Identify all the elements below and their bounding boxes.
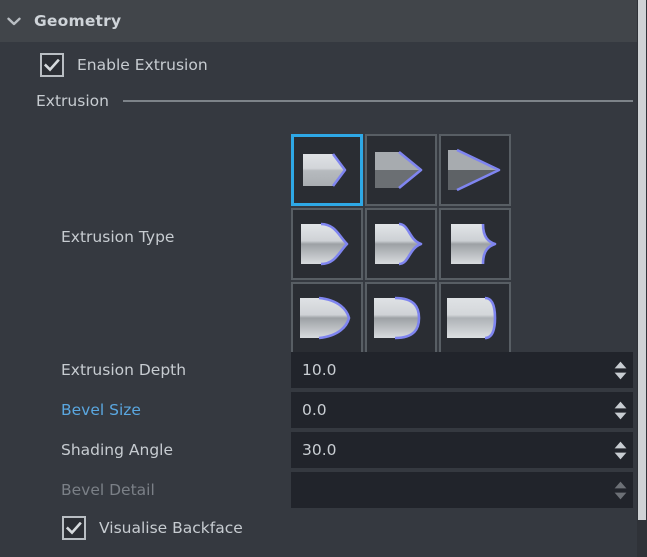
- extrusion-subsection-header: Extrusion: [36, 92, 633, 110]
- arrow-down-icon: [614, 372, 626, 379]
- bevel-size-label: Bevel Size: [61, 401, 141, 419]
- checkmark-icon: [44, 58, 60, 71]
- shading-angle-label: Shading Angle: [61, 441, 174, 459]
- property-row-bevel-detail: Bevel Detail: [61, 472, 633, 508]
- vertical-scrollbar-track[interactable]: [637, 0, 647, 557]
- extrusion-type-label: Extrusion Type: [61, 228, 175, 246]
- round-bulge-extrusion-icon: [374, 296, 421, 340]
- arrow-down-icon: [614, 452, 626, 459]
- page-title: Geometry: [34, 12, 122, 30]
- visualise-backface-checkbox-row[interactable]: Visualise Backface: [62, 516, 243, 540]
- section-divider: [122, 100, 633, 102]
- property-row-shading-angle: Shading Angle 30.0: [61, 432, 633, 468]
- concave-point-extrusion-icon: [375, 222, 423, 266]
- arrow-up-icon: [614, 401, 626, 408]
- extrusion-depth-label: Extrusion Depth: [61, 361, 187, 379]
- extrusion-depth-field[interactable]: 10.0: [291, 352, 633, 388]
- convex-point-extrusion-icon: [300, 296, 351, 340]
- extrusion-type-option-rounded-cap-extrusion[interactable]: [439, 282, 511, 354]
- property-row-bevel-size: Bevel Size 0.0: [61, 392, 633, 428]
- bevel-detail-label: Bevel Detail: [61, 481, 155, 499]
- extrusion-type-option-round-bulge-extrusion[interactable]: [365, 282, 437, 354]
- extrusion-type-option-flat-chamfer-extrusion[interactable]: [291, 134, 363, 206]
- extrusion-type-option-concave-taper-extrusion[interactable]: [291, 208, 363, 280]
- extrusion-subsection-label: Extrusion: [36, 92, 109, 110]
- shading-angle-field[interactable]: 30.0: [291, 432, 633, 468]
- arrow-up-icon: [614, 481, 626, 488]
- arrow-down-icon: [614, 492, 626, 499]
- arrow-up-icon: [614, 361, 626, 368]
- checkmark-icon: [66, 521, 82, 534]
- visualise-backface-label: Visualise Backface: [99, 519, 243, 537]
- extrusion-depth-value[interactable]: 10.0: [291, 352, 607, 388]
- shading-angle-stepper[interactable]: [607, 432, 633, 468]
- extrusion-depth-stepper[interactable]: [607, 352, 633, 388]
- enable-extrusion-checkbox[interactable]: [40, 53, 64, 77]
- extrusion-type-option-concave-point-extrusion[interactable]: [365, 208, 437, 280]
- bevel-size-field[interactable]: 0.0: [291, 392, 633, 428]
- extrusion-type-option-convex-point-extrusion[interactable]: [291, 282, 363, 354]
- chevron-down-icon[interactable]: [0, 0, 28, 42]
- shading-angle-value[interactable]: 30.0: [291, 432, 607, 468]
- property-row-extrusion-depth: Extrusion Depth 10.0: [61, 352, 633, 388]
- arrow-up-icon: [614, 441, 626, 448]
- extrusion-type-option-sharp-point-extrusion[interactable]: [439, 134, 511, 206]
- bevel-size-value[interactable]: 0.0: [291, 392, 607, 428]
- inward-notch-extrusion-icon: [451, 223, 497, 265]
- bevel-detail-stepper: [607, 472, 633, 508]
- visualise-backface-checkbox[interactable]: [62, 516, 86, 540]
- rounded-cap-extrusion-icon: [447, 296, 497, 340]
- vertical-scrollbar-thumb[interactable]: [638, 0, 646, 520]
- extrusion-type-grid: [291, 134, 511, 354]
- arrow-down-icon: [614, 412, 626, 419]
- sharp-point-extrusion-icon: [448, 148, 501, 192]
- concave-taper-extrusion-icon: [301, 222, 349, 266]
- enable-extrusion-checkbox-row[interactable]: Enable Extrusion: [40, 53, 208, 77]
- geometry-section-header[interactable]: Geometry: [0, 0, 637, 42]
- flat-chamfer-extrusion-icon: [303, 153, 347, 187]
- straight-taper-extrusion-icon: [375, 150, 423, 190]
- bevel-size-stepper[interactable]: [607, 392, 633, 428]
- geometry-properties-panel: Geometry Enable Extrusion Extrusion Extr…: [0, 0, 647, 557]
- extrusion-type-option-straight-taper-extrusion[interactable]: [365, 134, 437, 206]
- bevel-detail-value: [291, 472, 607, 508]
- enable-extrusion-label: Enable Extrusion: [77, 56, 208, 74]
- extrusion-type-option-inward-notch-extrusion[interactable]: [439, 208, 511, 280]
- bevel-detail-field: [291, 472, 633, 508]
